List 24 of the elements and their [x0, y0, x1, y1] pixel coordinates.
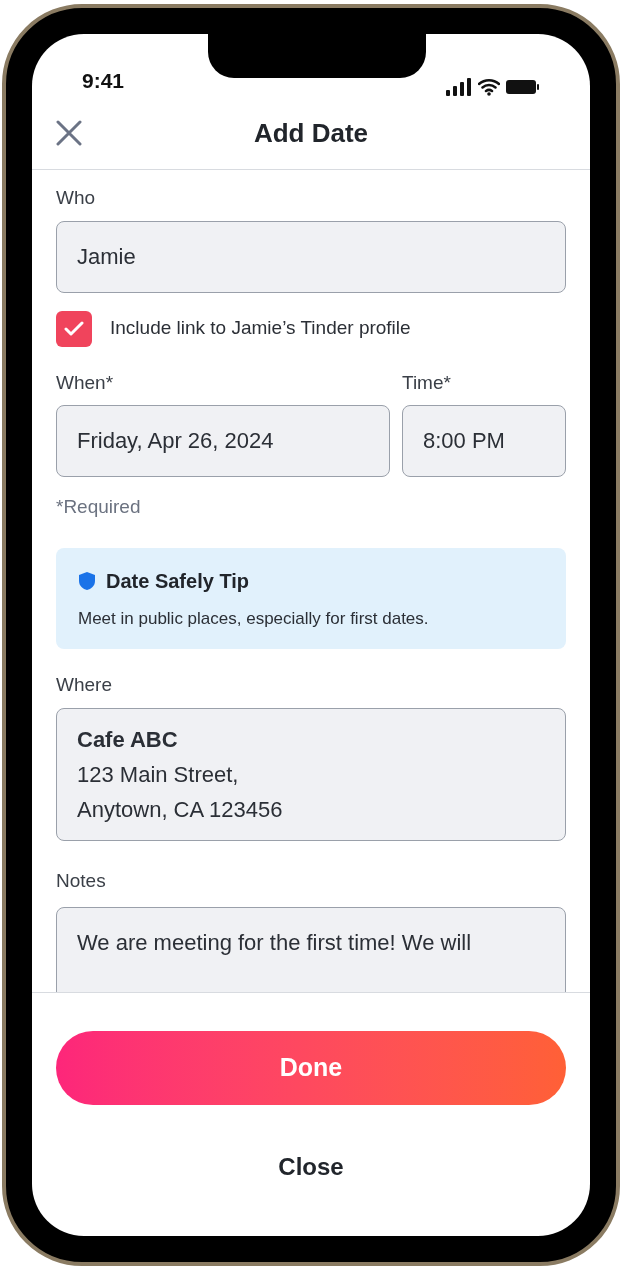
close-button[interactable]: Close	[262, 1141, 360, 1193]
include-link-checkbox[interactable]	[56, 310, 92, 347]
tip-text: Meet in public places, especially for first dates.	[78, 607, 430, 630]
wifi-icon	[478, 78, 500, 96]
shield-icon	[78, 570, 96, 591]
field-label: When*	[56, 370, 115, 395]
close-icon[interactable]	[56, 120, 82, 146]
field-label: Notes	[56, 868, 107, 893]
field-label: Where	[56, 673, 113, 697]
checkbox-label: Include link to Jamie’s Tinder profile	[110, 316, 411, 341]
field-label: Who	[56, 186, 97, 210]
screen-title: Add Date	[253, 117, 369, 150]
time-field[interactable]: 8:00 PM	[402, 405, 566, 477]
battery-icon	[506, 78, 540, 96]
tip-title: Date Safely Tip	[106, 568, 250, 594]
notes-field[interactable]: We are meeting for the first time! We will	[56, 907, 566, 992]
where-field[interactable]: Cafe ABC 123 Main Street, Anytown, CA 123456	[56, 707, 566, 841]
required-note: *Required	[56, 495, 142, 519]
date-field[interactable]: Friday, Apr 26, 2024	[56, 405, 390, 477]
who-field[interactable]: Jamie	[56, 220, 566, 293]
checkmark-icon	[64, 320, 84, 337]
status-time: 9:41	[82, 67, 125, 94]
field-label: Time*	[402, 370, 452, 395]
signal-icon	[446, 78, 472, 96]
